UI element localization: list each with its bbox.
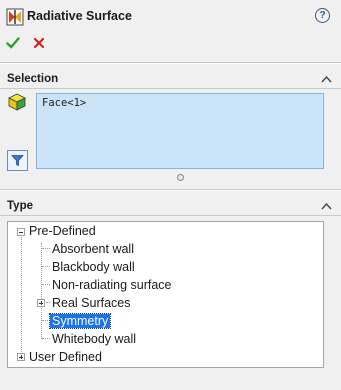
tree-node-label-selected[interactable]: Symmetry	[48, 313, 112, 329]
tree-connector	[41, 243, 42, 339]
property-manager-header: Radiative Surface ?	[0, 0, 341, 34]
type-tree[interactable]: Pre-Defined Absorbent wall Blackbody wal…	[7, 221, 324, 368]
tree-connector	[42, 248, 50, 249]
type-section-header[interactable]: Type	[0, 199, 341, 216]
tree-node-absorbent-wall[interactable]: Absorbent wall	[52, 241, 134, 257]
filter-button[interactable]	[7, 150, 28, 171]
help-circle-icon[interactable]: ?	[315, 8, 330, 23]
selection-list[interactable]: Face<1>	[36, 93, 324, 169]
tree-node-user-defined[interactable]: User Defined	[29, 349, 102, 365]
tree-node-symmetry[interactable]: Symmetry	[48, 313, 112, 329]
tree-node-pre-defined[interactable]: Pre-Defined	[29, 223, 96, 239]
tree-connector	[21, 237, 22, 356]
collapse-toggle[interactable]	[17, 228, 25, 236]
tree-node-real-surfaces[interactable]: Real Surfaces	[52, 295, 131, 311]
tree-connector	[42, 284, 50, 285]
checkmark-icon[interactable]	[6, 36, 20, 50]
expand-toggle[interactable]	[17, 353, 25, 361]
divider	[0, 88, 341, 89]
page-title: Radiative Surface	[27, 9, 132, 23]
tree-node-whitebody-wall[interactable]: Whitebody wall	[52, 331, 136, 347]
tree-node-non-radiating-surface[interactable]: Non-radiating surface	[52, 277, 172, 293]
selection-item[interactable]: Face<1>	[42, 97, 86, 109]
section-title: Selection	[7, 73, 59, 85]
divider	[0, 190, 341, 191]
tree-connector	[42, 266, 50, 267]
expand-toggle[interactable]	[37, 299, 45, 307]
tree-connector	[42, 320, 50, 321]
close-icon[interactable]	[33, 37, 45, 49]
selection-section-header[interactable]: Selection	[0, 72, 341, 89]
section-title: Type	[7, 200, 33, 212]
tree-connector	[42, 338, 50, 339]
face-cube-icon	[8, 93, 26, 111]
tree-node-blackbody-wall[interactable]: Blackbody wall	[52, 259, 135, 275]
filter-icon	[11, 155, 24, 167]
divider	[0, 63, 341, 64]
tree-connector	[46, 302, 50, 303]
chevron-up-icon[interactable]	[321, 75, 332, 83]
divider	[0, 215, 341, 216]
resize-handle[interactable]	[177, 174, 184, 181]
chevron-up-icon[interactable]	[321, 202, 332, 210]
radiative-surface-icon	[6, 8, 24, 26]
